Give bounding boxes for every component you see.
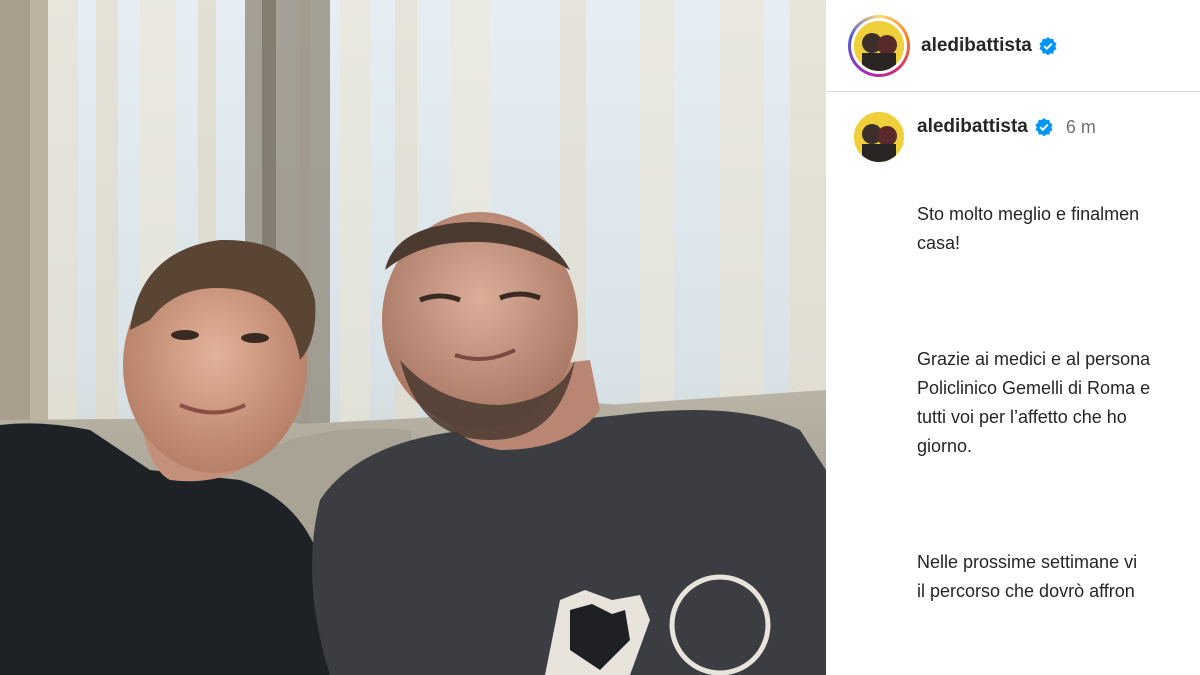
story-ring[interactable] (848, 14, 910, 77)
caption-paragraph: Nelle prossime settimane vi il percorso … (917, 552, 1138, 601)
profile-picture[interactable] (854, 20, 904, 71)
caption-avatar[interactable] (854, 112, 904, 162)
verified-badge-icon (1038, 36, 1058, 56)
post-time[interactable]: 6 m (1066, 117, 1096, 138)
header-username[interactable]: aledibattista (921, 35, 1032, 57)
post-caption: aledibattista 6 m Sto molto meglio e fin… (826, 92, 1200, 675)
verified-badge-icon (1034, 117, 1054, 137)
caption-paragraph: Sto molto meglio e finalmen casa! (917, 204, 1140, 253)
caption-username[interactable]: aledibattista (917, 116, 1028, 138)
photo-image (0, 0, 826, 675)
post-sidebar: aledibattista aledibattista 6 m Sto molt… (826, 0, 1200, 675)
post-header: aledibattista (826, 0, 1200, 92)
caption-paragraph: Grazie ai medici e al persona Policlinic… (917, 349, 1151, 456)
caption-text: Sto molto meglio e finalmen casa! Grazie… (917, 142, 1150, 675)
post-photo[interactable] (0, 0, 826, 675)
